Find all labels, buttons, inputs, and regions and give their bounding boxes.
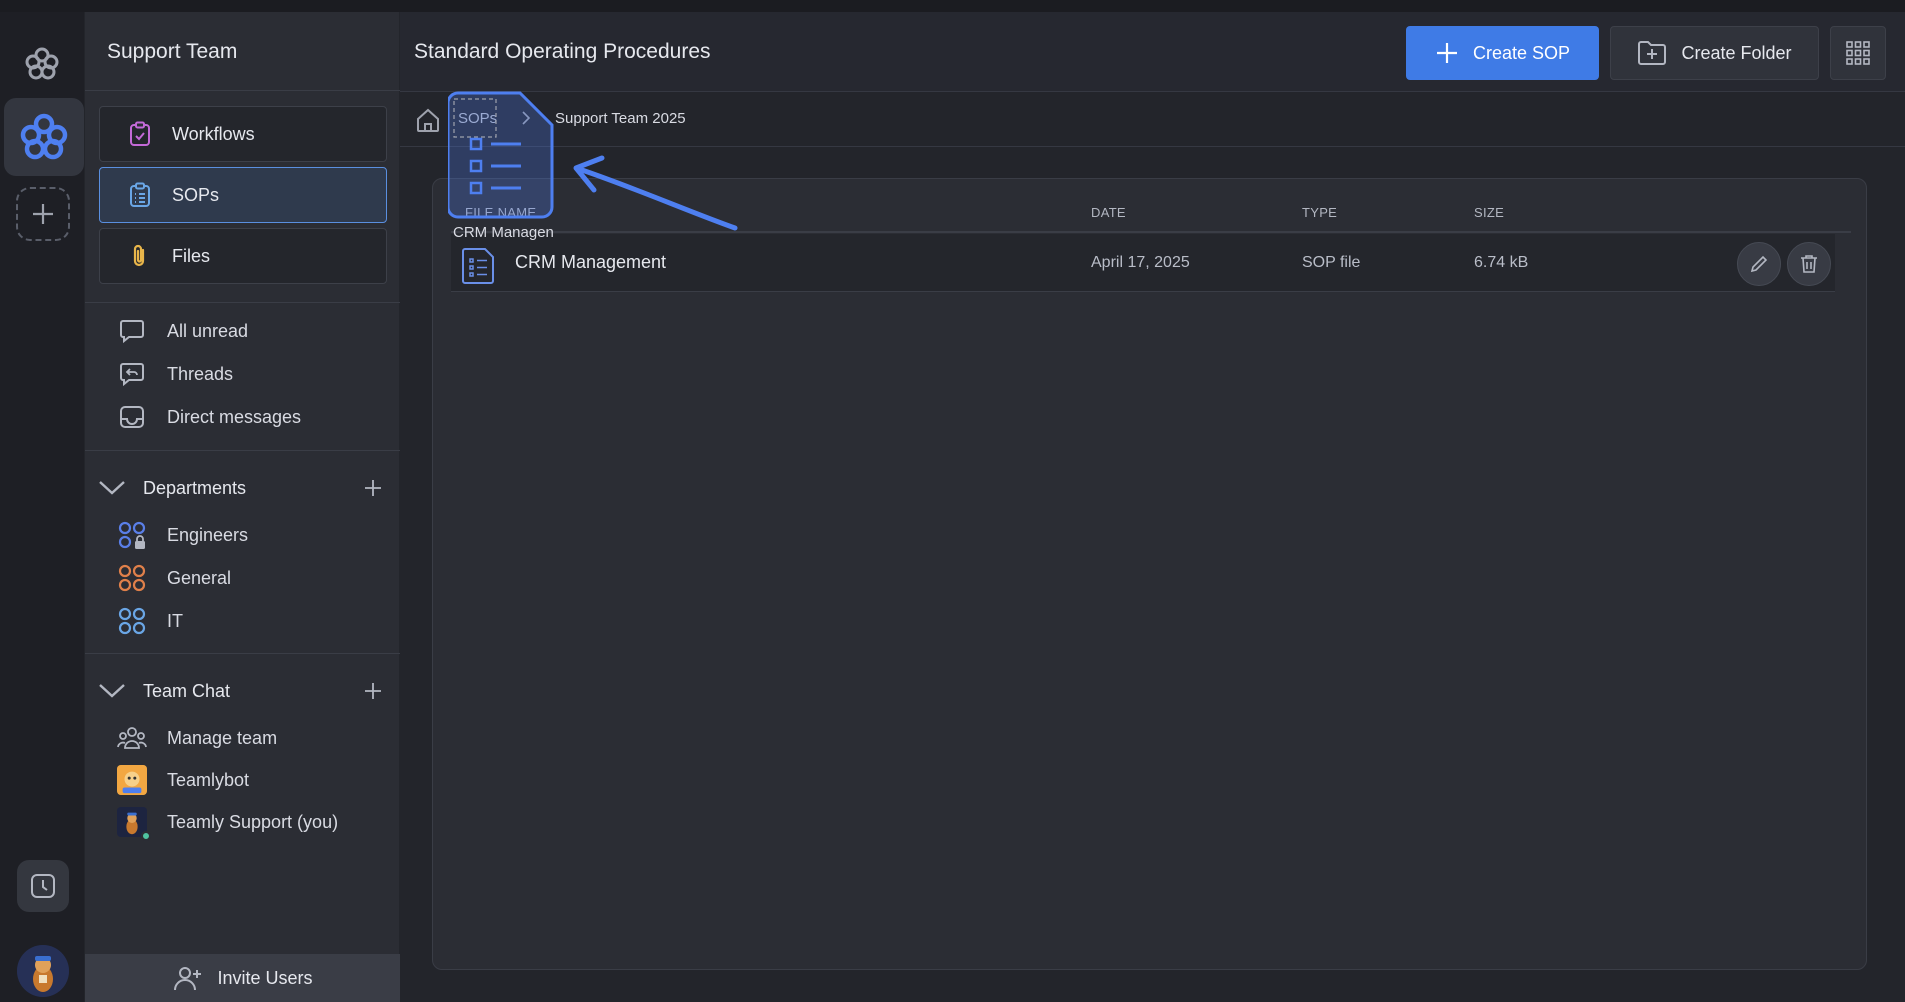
group-icon bbox=[117, 563, 147, 593]
user-avatar-icon bbox=[117, 807, 151, 841]
inbox-icon bbox=[117, 402, 147, 432]
threads-label: Threads bbox=[167, 363, 234, 384]
direct-messages-label: Direct messages bbox=[167, 406, 302, 427]
department-general[interactable]: General bbox=[117, 561, 231, 595]
page-header: Standard Operating Procedures Create SOP… bbox=[400, 12, 1905, 92]
user-avatar-icon bbox=[17, 945, 69, 997]
nav-files-label: Files bbox=[172, 245, 211, 266]
pencil-icon bbox=[1750, 255, 1768, 273]
nav-files[interactable]: Files bbox=[99, 228, 387, 284]
nav-workflows-label: Workflows bbox=[172, 123, 255, 144]
sop-file-table: FILE NAME DATE TYPE SIZE CRM Management … bbox=[432, 178, 1867, 970]
reply-thread-icon bbox=[117, 359, 147, 389]
create-sop-label: Create SOP bbox=[1472, 42, 1571, 63]
grid-icon bbox=[1846, 41, 1870, 65]
column-header-file-name[interactable]: FILE NAME bbox=[465, 205, 536, 220]
nav-workflows[interactable]: Workflows bbox=[99, 106, 387, 162]
file-size: 6.74 kB bbox=[1474, 254, 1529, 271]
home-icon[interactable] bbox=[414, 106, 442, 139]
teamly-support-item[interactable]: Teamly Support (you) bbox=[117, 805, 339, 841]
nav-sops-label: SOPs bbox=[172, 184, 220, 205]
chevron-right-icon bbox=[520, 110, 532, 131]
breadcrumb-sops-link[interactable]: SOPs bbox=[458, 110, 497, 127]
add-department-icon[interactable] bbox=[361, 476, 385, 500]
team-chat-label: Team Chat bbox=[143, 680, 231, 701]
file-type: SOP file bbox=[1302, 254, 1361, 271]
department-it-label: IT bbox=[167, 610, 183, 631]
manage-team-label: Manage team bbox=[167, 727, 278, 748]
group-lock-icon bbox=[117, 520, 147, 550]
sidebar: Support Team Workflows SOPs Files All un… bbox=[84, 12, 401, 1002]
breadcrumb-current: Support Team 2025 bbox=[555, 110, 686, 127]
teamly-support-label: Teamly Support (you) bbox=[167, 811, 339, 832]
column-header-type[interactable]: TYPE bbox=[1302, 205, 1337, 220]
department-general-label: General bbox=[167, 567, 232, 588]
online-status-dot bbox=[141, 831, 151, 841]
column-header-date[interactable]: DATE bbox=[1091, 205, 1126, 220]
divider bbox=[85, 302, 401, 303]
create-sop-button[interactable]: Create SOP bbox=[1406, 26, 1599, 80]
team-chat-section-header[interactable]: Team Chat bbox=[95, 673, 391, 709]
file-name[interactable]: CRM Management bbox=[515, 252, 666, 273]
window-top-strip bbox=[0, 0, 1905, 12]
divider bbox=[85, 90, 401, 91]
teamlybot-item[interactable]: Teamlybot bbox=[117, 763, 249, 797]
delete-button[interactable] bbox=[1787, 242, 1831, 286]
direct-messages-item[interactable]: Direct messages bbox=[117, 400, 301, 434]
department-engineers-label: Engineers bbox=[167, 524, 249, 545]
folder-plus-icon bbox=[1638, 41, 1667, 65]
breadcrumb: SOPs Support Team 2025 bbox=[400, 92, 1905, 147]
bot-avatar-icon bbox=[117, 765, 147, 795]
threads-item[interactable]: Threads bbox=[117, 357, 233, 391]
create-folder-label: Create Folder bbox=[1681, 42, 1792, 63]
divider bbox=[85, 653, 401, 654]
clock-icon bbox=[31, 874, 55, 898]
department-it[interactable]: IT bbox=[117, 604, 183, 638]
user-avatar[interactable] bbox=[17, 945, 69, 997]
view-toggle-button[interactable] bbox=[1830, 26, 1886, 80]
chat-bubble-icon bbox=[117, 316, 147, 346]
divider bbox=[85, 450, 401, 451]
paperclip-icon bbox=[126, 242, 154, 270]
people-icon bbox=[117, 723, 147, 753]
invite-users-button[interactable]: Invite Users bbox=[85, 954, 401, 1002]
workflow-clipboard-icon bbox=[126, 120, 154, 148]
group-icon bbox=[117, 606, 147, 636]
departments-label: Departments bbox=[143, 477, 247, 498]
department-engineers[interactable]: Engineers bbox=[117, 518, 248, 552]
trash-icon bbox=[1801, 255, 1817, 273]
sop-clipboard-icon bbox=[126, 181, 154, 209]
page-title: Standard Operating Procedures bbox=[414, 40, 711, 63]
manage-team-item[interactable]: Manage team bbox=[117, 721, 277, 755]
file-date: April 17, 2025 bbox=[1091, 254, 1190, 271]
plus-icon bbox=[33, 204, 53, 224]
column-header-size[interactable]: SIZE bbox=[1474, 205, 1504, 220]
app-logo-icon[interactable] bbox=[22, 44, 62, 84]
history-button[interactable] bbox=[17, 860, 69, 912]
add-chat-icon[interactable] bbox=[361, 679, 385, 703]
departments-section-header[interactable]: Departments bbox=[95, 470, 391, 506]
add-workspace-button[interactable] bbox=[16, 187, 70, 241]
main-content: Standard Operating Procedures Create SOP… bbox=[400, 12, 1905, 1002]
invite-users-label: Invite Users bbox=[217, 967, 313, 988]
chevron-down-icon[interactable] bbox=[95, 679, 129, 703]
all-unread-label: All unread bbox=[167, 320, 249, 341]
add-user-icon bbox=[174, 967, 202, 991]
plus-icon bbox=[1436, 43, 1457, 63]
workspace-rail bbox=[0, 12, 84, 1002]
chevron-down-icon[interactable] bbox=[95, 476, 129, 500]
header-divider bbox=[451, 231, 1851, 233]
workspace-support-team[interactable] bbox=[4, 98, 84, 176]
workspace-logo-icon bbox=[20, 113, 68, 160]
create-folder-button[interactable]: Create Folder bbox=[1610, 26, 1819, 80]
table-row[interactable]: CRM Management April 17, 2025 SOP file 6… bbox=[451, 234, 1835, 292]
edit-button[interactable] bbox=[1737, 242, 1781, 286]
all-unread-item[interactable]: All unread bbox=[117, 314, 248, 348]
nav-sops[interactable]: SOPs bbox=[99, 167, 387, 223]
sop-file-icon bbox=[461, 246, 497, 289]
teamlybot-label: Teamlybot bbox=[167, 769, 250, 790]
workspace-title: Support Team bbox=[107, 40, 238, 63]
